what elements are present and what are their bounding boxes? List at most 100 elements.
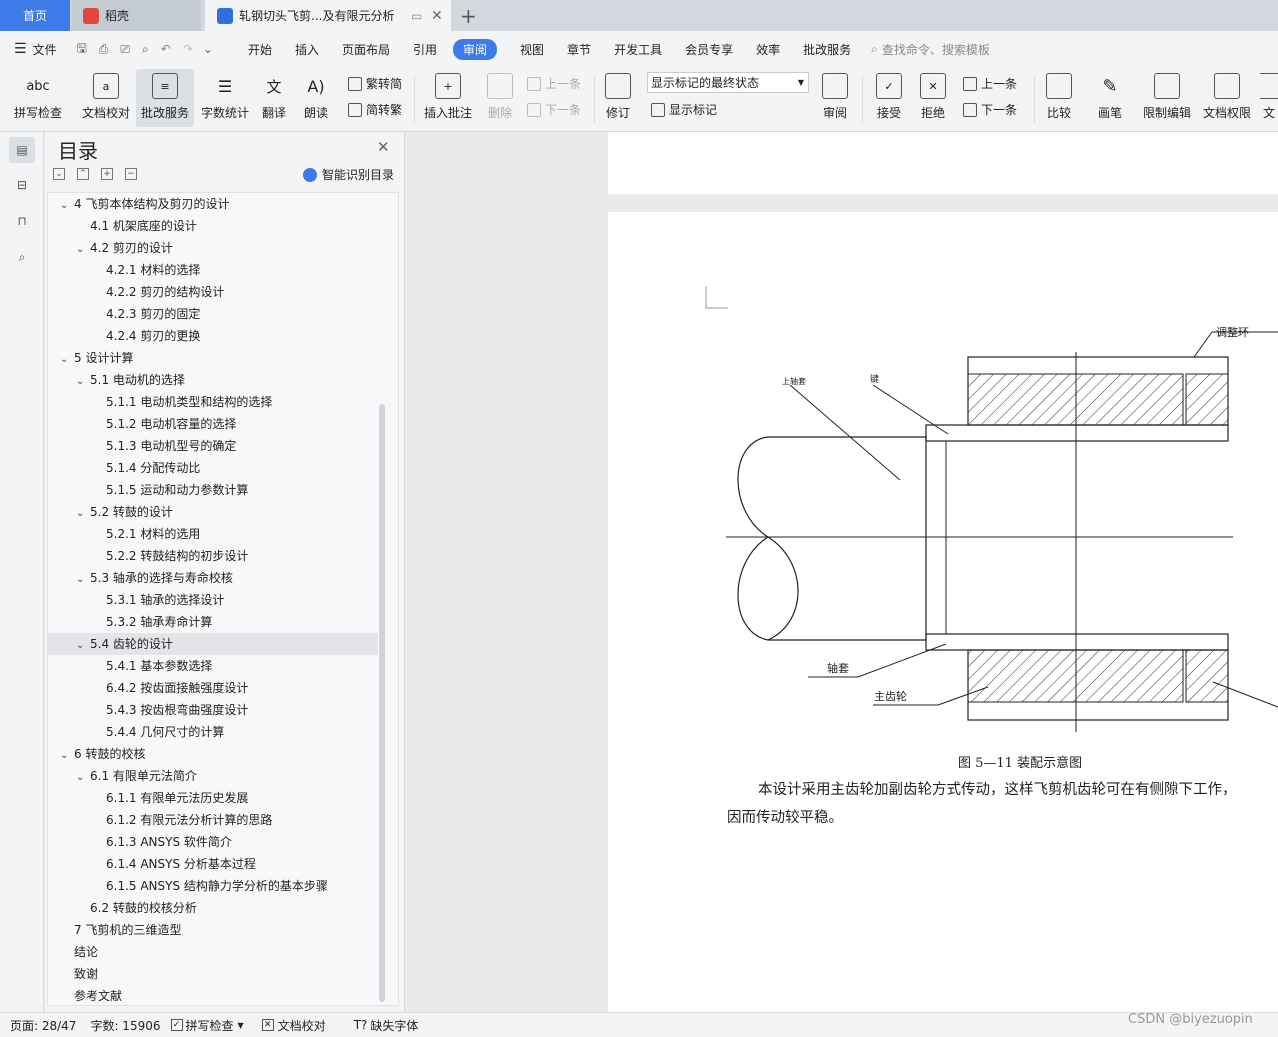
- spell-check-button[interactable]: abc 拼写检查: [8, 69, 68, 127]
- toc-item[interactable]: 5.2.2 转鼓结构的初步设计: [48, 545, 378, 567]
- word-count-indicator[interactable]: 字数: 15906: [90, 1017, 160, 1034]
- save-icon[interactable]: 🖫: [77, 39, 87, 60]
- menu-item[interactable]: 开发工具: [614, 41, 662, 58]
- menu-item[interactable]: 开始: [248, 41, 272, 58]
- toc-panel-icon[interactable]: ▤: [9, 137, 35, 163]
- menu-hamburger-icon[interactable]: ☰: [14, 41, 27, 57]
- doc-permission-button[interactable]: 文档权限: [1200, 69, 1254, 127]
- tab-wps[interactable]: 稻壳: [71, 0, 201, 31]
- toc-item[interactable]: 4.2.1 材料的选择: [48, 259, 378, 281]
- toc-item[interactable]: 7 飞剪机的三维造型: [48, 919, 378, 941]
- spell-check-status[interactable]: ✓ 拼写检查 ▼: [170, 1017, 244, 1034]
- next-comment-button[interactable]: 下一条: [527, 101, 581, 118]
- toc-item[interactable]: 5.3.1 轴承的选择设计: [48, 589, 378, 611]
- chevron-down-icon[interactable]: ⌄: [60, 349, 74, 371]
- toc-item[interactable]: 5.1.5 运动和动力参数计算: [48, 479, 378, 501]
- bookmark-icon[interactable]: ⊓: [9, 208, 35, 234]
- preview-icon[interactable]: ⌕: [142, 42, 149, 57]
- next-change-button[interactable]: 下一条: [963, 101, 1017, 118]
- menu-item[interactable]: 批改服务: [803, 41, 851, 58]
- chevron-down-icon[interactable]: ⌄: [60, 745, 74, 767]
- toc-item[interactable]: 5.4.4 几何尺寸的计算: [48, 721, 378, 743]
- reject-button[interactable]: ✕ 拒绝: [914, 69, 952, 127]
- toc-item[interactable]: 6.1.4 ANSYS 分析基本过程: [48, 853, 378, 875]
- command-search-input[interactable]: 查找命令、搜索模板: [882, 41, 990, 58]
- menu-file[interactable]: 文件: [33, 41, 57, 58]
- toc-item[interactable]: 5.4.1 基本参数选择: [48, 655, 378, 677]
- restrict-edit-button[interactable]: 限制编辑: [1140, 69, 1194, 127]
- translate-button[interactable]: 文翻译: [256, 69, 292, 127]
- toc-item[interactable]: 5.1.2 电动机容量的选择: [48, 413, 378, 435]
- toc-item[interactable]: ⌄ 4 飞剪本体结构及剪刃的设计: [48, 193, 378, 215]
- missing-font-status[interactable]: T? 缺失字体: [354, 1017, 419, 1034]
- toc-item[interactable]: ⌄ 6 转鼓的校核: [48, 743, 378, 765]
- toc-item[interactable]: ⌄ 5.3 轴承的选择与寿命校核: [48, 567, 378, 589]
- chevron-down-icon[interactable]: ⌄: [76, 371, 90, 393]
- toc-item[interactable]: 5.1.4 分配传动比: [48, 457, 378, 479]
- collapse-all-icon[interactable]: ⌄: [53, 168, 65, 180]
- redo-icon[interactable]: ↷: [183, 42, 193, 56]
- toc-item[interactable]: 4.2.3 剪刃的固定: [48, 303, 378, 325]
- compare-button[interactable]: 比较: [1040, 69, 1078, 127]
- toc-scrollbar[interactable]: [379, 404, 385, 1002]
- toc-item[interactable]: 6.4.2 按齿面接触强度设计: [48, 677, 378, 699]
- toc-item[interactable]: 4.2.4 剪刃的更换: [48, 325, 378, 347]
- toc-item[interactable]: ⌄ 5.1 电动机的选择: [48, 369, 378, 391]
- toc-item[interactable]: 6.1.1 有限单元法历史发展: [48, 787, 378, 809]
- menu-item[interactable]: 页面布局: [342, 41, 390, 58]
- tab-document[interactable]: 轧钢切头飞剪...及有限元分析 ▭ ✕: [205, 0, 451, 31]
- chevron-down-icon[interactable]: ⌄: [76, 767, 90, 789]
- menu-item[interactable]: 插入: [295, 41, 319, 58]
- menu-item[interactable]: 章节: [567, 41, 591, 58]
- undo-icon[interactable]: ↶: [161, 42, 171, 56]
- menu-item[interactable]: 会员专享: [685, 41, 733, 58]
- delete-comment-button[interactable]: 删除: [480, 69, 520, 127]
- add-heading-icon[interactable]: +: [101, 168, 113, 180]
- prev-comment-button[interactable]: 上一条: [527, 75, 581, 92]
- expand-all-icon[interactable]: ⌃: [77, 168, 89, 180]
- chapter-panel-icon[interactable]: ⊟: [9, 172, 35, 198]
- remove-heading-icon[interactable]: −: [125, 168, 137, 180]
- doc-check-status[interactable]: ✕ 文档校对: [261, 1017, 326, 1034]
- toc-item[interactable]: 6.2 转鼓的校核分析: [48, 897, 378, 919]
- toc-item[interactable]: 6.1.3 ANSYS 软件简介: [48, 831, 378, 853]
- chevron-down-icon[interactable]: ⌄: [76, 239, 90, 261]
- chevron-down-icon[interactable]: ⌄: [76, 635, 90, 657]
- add-tab-icon[interactable]: +: [460, 4, 477, 28]
- toc-item[interactable]: ⌄ 5.2 转鼓的设计: [48, 501, 378, 523]
- accept-button[interactable]: ✓ 接受: [870, 69, 908, 127]
- smart-toc-button[interactable]: 智能识别目录: [303, 166, 394, 183]
- print-icon[interactable]: ⎚: [120, 42, 130, 57]
- toc-item[interactable]: ⌄ 4.2 剪刃的设计: [48, 237, 378, 259]
- export-icon[interactable]: ⎙: [99, 42, 109, 57]
- more-icon[interactable]: ⌄: [203, 42, 213, 56]
- word-count-button[interactable]: ☰ 字数统计: [198, 69, 252, 127]
- simp-to-trad-button[interactable]: 简转繁: [348, 101, 402, 118]
- pin-icon[interactable]: ▭: [411, 9, 422, 23]
- toc-item[interactable]: ⌄ 5 设计计算: [48, 347, 378, 369]
- read-aloud-button[interactable]: A) 朗读: [300, 69, 332, 127]
- review-pane-button[interactable]: 审阅: [816, 69, 854, 127]
- toc-item[interactable]: 结论: [48, 941, 378, 963]
- menu-item[interactable]: 审阅: [453, 38, 498, 60]
- close-tab-icon[interactable]: ✕: [431, 8, 443, 24]
- find-icon[interactable]: ⌕: [9, 244, 35, 270]
- tab-home[interactable]: 首页: [0, 0, 70, 31]
- insert-comment-button[interactable]: + 插入批注: [420, 69, 476, 127]
- track-changes-button[interactable]: 修订: [600, 69, 636, 127]
- toc-item[interactable]: 参考文献: [48, 985, 378, 1005]
- toc-item[interactable]: 5.2.1 材料的选用: [48, 523, 378, 545]
- menu-item[interactable]: 引用: [413, 41, 437, 58]
- document-page[interactable]: 调整环 上轴套 键 轴套 主齿轮 图 5—11 装配示意图 本设计采用主齿轮加副…: [608, 212, 1278, 1012]
- doc-more-button[interactable]: 文: [1260, 69, 1278, 127]
- toc-item[interactable]: 5.3.2 轴承寿命计算: [48, 611, 378, 633]
- toc-item[interactable]: ⌄ 6.1 有限单元法简介: [48, 765, 378, 787]
- toc-item[interactable]: 5.1.1 电动机类型和结构的选择: [48, 391, 378, 413]
- markup-state-select[interactable]: 显示标记的最终状态 ▼: [647, 72, 809, 93]
- toc-item[interactable]: ⌄ 5.4 齿轮的设计: [48, 633, 378, 655]
- toc-item[interactable]: 6.1.5 ANSYS 结构静力学分析的基本步骤: [48, 875, 378, 897]
- revise-service-button[interactable]: ≡ 批改服务: [136, 69, 194, 127]
- toc-item[interactable]: 致谢: [48, 963, 378, 985]
- prev-change-button[interactable]: 上一条: [963, 75, 1017, 92]
- menu-item[interactable]: 效率: [756, 41, 780, 58]
